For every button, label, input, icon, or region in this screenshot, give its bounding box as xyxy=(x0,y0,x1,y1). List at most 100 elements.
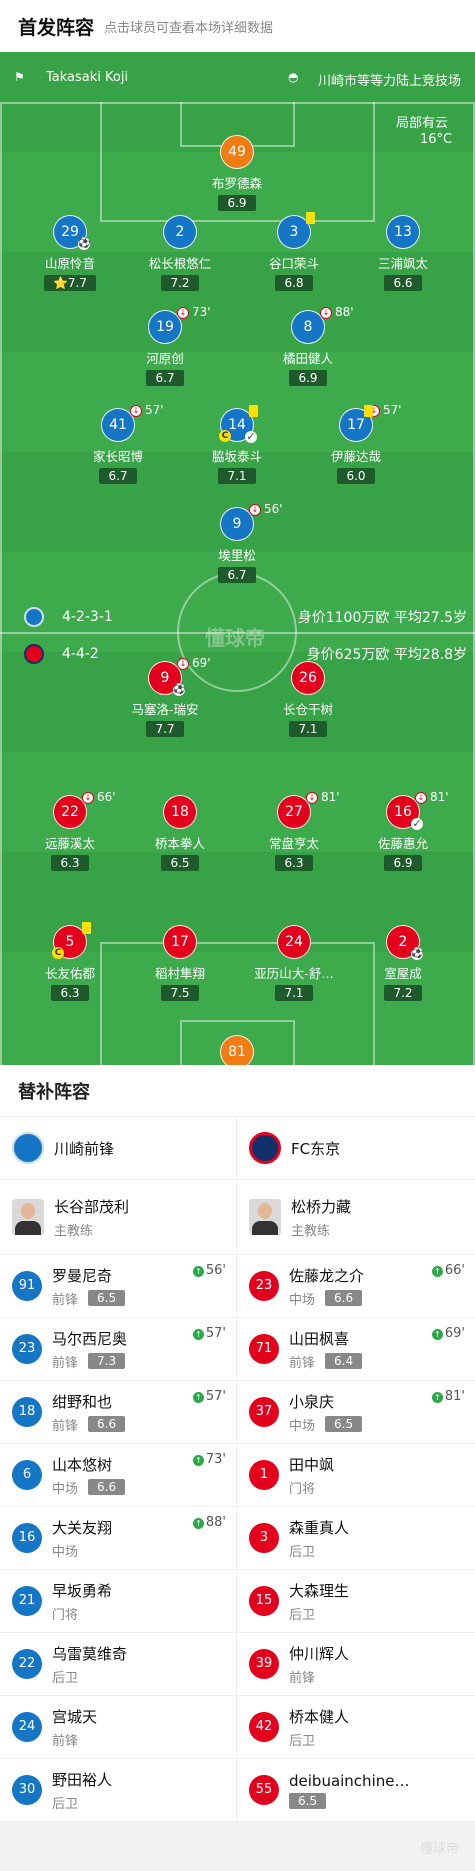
home-team-header[interactable]: 川崎前锋 xyxy=(0,1117,236,1180)
bench-player-info: 桥本健人 后卫 xyxy=(289,1706,349,1749)
bench-player-info: 森重真人 后卫 xyxy=(289,1517,349,1560)
player[interactable]: 17 伊藤达哉 6.0 xyxy=(311,408,401,484)
player[interactable]: 9 埃里松 6.7 xyxy=(192,507,282,583)
player-number: 17 xyxy=(163,925,197,959)
bench-player-row[interactable]: 37 小泉庆 中场 6.5 ↑ 81' xyxy=(237,1381,475,1444)
sub-in-time-value: 56' xyxy=(205,1263,226,1278)
bench-player-row[interactable]: 71 山田枫喜 前锋 6.4 ↑ 69' xyxy=(237,1318,475,1381)
bench-player-row[interactable]: 55 deibuainchine… 6.5 xyxy=(237,1759,475,1822)
player[interactable]: 27 常盘亨太 6.3 xyxy=(249,795,339,871)
player-name: 常盘亨太 xyxy=(268,836,319,851)
position-label: 前锋 xyxy=(52,1355,79,1371)
player[interactable]: 24 亚历山大-舒… 7.1 xyxy=(249,925,339,1001)
substitution-time: 57' xyxy=(145,403,164,417)
player[interactable]: 19 河原创 6.7 xyxy=(120,310,210,386)
bench-player-position: 中场 6.5 xyxy=(289,1415,363,1434)
player[interactable]: 49 布罗德森 6.9 xyxy=(192,135,282,211)
away-team-header[interactable]: FC东京 xyxy=(237,1117,475,1180)
player[interactable]: 29 山原怜音 ⭐7.7 xyxy=(25,215,115,291)
player-name: 室屋成 xyxy=(384,966,422,981)
player-name: 桥本拳人 xyxy=(154,836,205,851)
bench-player-row[interactable]: 30 野田裕人 后卫 xyxy=(0,1759,236,1822)
bench-player-row[interactable]: 22 乌雷莫维奇 后卫 xyxy=(0,1633,236,1696)
player[interactable]: 2 松长根悠仁 7.2 xyxy=(135,215,225,291)
bench-player-position: 后卫 xyxy=(289,1730,349,1749)
position-label: 前锋 xyxy=(289,1670,316,1686)
page-subtitle: 点击球员可查看本场详细数据 xyxy=(104,20,274,36)
player[interactable]: 22 远藤溪太 6.3 xyxy=(25,795,115,871)
player[interactable]: 26 长仓干树 7.1 xyxy=(263,661,353,737)
bench-player-number: 71 xyxy=(249,1334,279,1364)
bench-player-row[interactable]: 23 马尔西尼奥 前锋 7.3 ↑ 57' xyxy=(0,1318,236,1381)
bench-player-row[interactable]: 24 宫城天 前锋 xyxy=(0,1696,236,1759)
bench-player-row[interactable]: 91 罗曼尼奇 前锋 6.5 ↑ 56' xyxy=(0,1255,236,1318)
player[interactable]: 14 脇坂泰斗 7.1 xyxy=(192,408,282,484)
captain-icon: C xyxy=(219,430,231,442)
bench-player-name: 大森理生 xyxy=(289,1581,350,1600)
footer-watermark: 懂球帝 xyxy=(419,1842,459,1857)
bench-player-row[interactable]: 15 大森理生 后卫 xyxy=(237,1570,475,1633)
substitution-icon: ↓ xyxy=(415,792,427,804)
home-bench-column: 川崎前锋 长谷部茂利 主教练 91 罗曼尼奇 前锋 6.5 ↑ 56' 23 马尔西尼奥 前锋 7… xyxy=(0,1117,237,1822)
position-label: 前锋 xyxy=(52,1733,79,1749)
player[interactable]: 2 室屋成 7.2 xyxy=(358,925,448,1001)
yellow-card-icon xyxy=(364,405,373,417)
home-team-badge-icon xyxy=(24,607,44,627)
player-name: 家长昭博 xyxy=(92,449,143,464)
sub-in-icon: ↑ xyxy=(431,1392,443,1403)
bench-player-name: 森重真人 xyxy=(289,1518,350,1537)
bench-player-name: 桥本健人 xyxy=(289,1707,350,1726)
away-formation: 4-4-2 xyxy=(62,646,99,662)
player[interactable]: 17 稻村隼翔 7.5 xyxy=(135,925,225,1001)
bench-player-row[interactable]: 21 早坂勇希 门将 xyxy=(0,1570,236,1633)
bench-player-number: 3 xyxy=(249,1523,279,1553)
player[interactable]: 81金承奎6.9 xyxy=(192,1035,282,1065)
player[interactable]: 8 橘田健人 6.9 xyxy=(263,310,353,386)
away-coach-row[interactable]: 松桥力藏 主教练 xyxy=(237,1180,475,1255)
home-coach-row[interactable]: 长谷部茂利 主教练 xyxy=(0,1180,236,1255)
player[interactable]: 41 家长昭博 6.7 xyxy=(73,408,163,484)
player-name: 脇坂泰斗 xyxy=(211,449,262,464)
sub-in-time-value: 57' xyxy=(205,1326,226,1341)
bench-player-number: 21 xyxy=(12,1586,42,1616)
substitution-icon: ↓ xyxy=(306,792,318,804)
bench-player-row[interactable]: 3 森重真人 后卫 xyxy=(237,1507,475,1570)
bench-player-row[interactable]: 42 桥本健人 后卫 xyxy=(237,1696,475,1759)
bench-player-info: 佐藤龙之介 中场 6.6 xyxy=(289,1265,364,1308)
bench-player-row[interactable]: 1 田中飒 门将 xyxy=(237,1444,475,1507)
player[interactable]: 16 佐藤惠允 6.9 xyxy=(358,795,448,871)
player[interactable]: 9 马塞洛-瑞安 7.7 xyxy=(120,661,210,737)
player-rating: ⭐7.7 xyxy=(43,275,97,291)
bench-player-number: 30 xyxy=(12,1775,42,1805)
assist-icon: ✓ xyxy=(245,430,257,443)
bench-player-row[interactable]: 23 佐藤龙之介 中场 6.6 ↑ 66' xyxy=(237,1255,475,1318)
away-team-badge-icon xyxy=(24,644,44,664)
yellow-card-icon xyxy=(82,922,91,934)
player-rating: 7.1 xyxy=(289,721,327,737)
player[interactable]: 18 桥本拳人 6.5 xyxy=(135,795,225,871)
home-team-name: 川崎前锋 xyxy=(54,1139,115,1158)
position-label: 门将 xyxy=(289,1481,316,1497)
player[interactable]: 5 长友佑都 6.3 xyxy=(25,925,115,1001)
player-number: 18 xyxy=(163,795,197,829)
goal-ball-icon: ⚽ xyxy=(411,948,424,960)
substitution-icon: ↓ xyxy=(177,307,189,319)
bench-player-info: 乌雷莫维奇 后卫 xyxy=(52,1643,127,1686)
stadium-icon: ◓ xyxy=(288,70,299,84)
coach-avatar xyxy=(249,1199,281,1235)
bench-player-name: 小泉庆 xyxy=(289,1392,335,1411)
player[interactable]: 3 谷口荣斗 6.8 xyxy=(249,215,339,291)
bench-player-position: 前锋 xyxy=(289,1667,349,1686)
bench-player-number: 6 xyxy=(12,1460,42,1490)
bench-player-row[interactable]: 39 仲川辉人 前锋 xyxy=(237,1633,475,1696)
substitution-icon: ↓ xyxy=(320,307,332,319)
bench-player-row[interactable]: 6 山本悠树 中场 6.6 ↑ 73' xyxy=(0,1444,236,1507)
bench-player-row[interactable]: 16 大关友翔 中场 ↑ 88' xyxy=(0,1507,236,1570)
player[interactable]: 13 三浦飒太 6.6 xyxy=(358,215,448,291)
substitution-time: 56' xyxy=(264,502,283,516)
bench-player-name: 绀野和也 xyxy=(52,1392,113,1411)
bench-player-position: 门将 xyxy=(52,1604,112,1623)
player-rating: 6.6 xyxy=(384,275,422,291)
bench-player-row[interactable]: 18 绀野和也 前锋 6.6 ↑ 57' xyxy=(0,1381,236,1444)
goal-ball-icon: ⚽ xyxy=(78,238,91,250)
